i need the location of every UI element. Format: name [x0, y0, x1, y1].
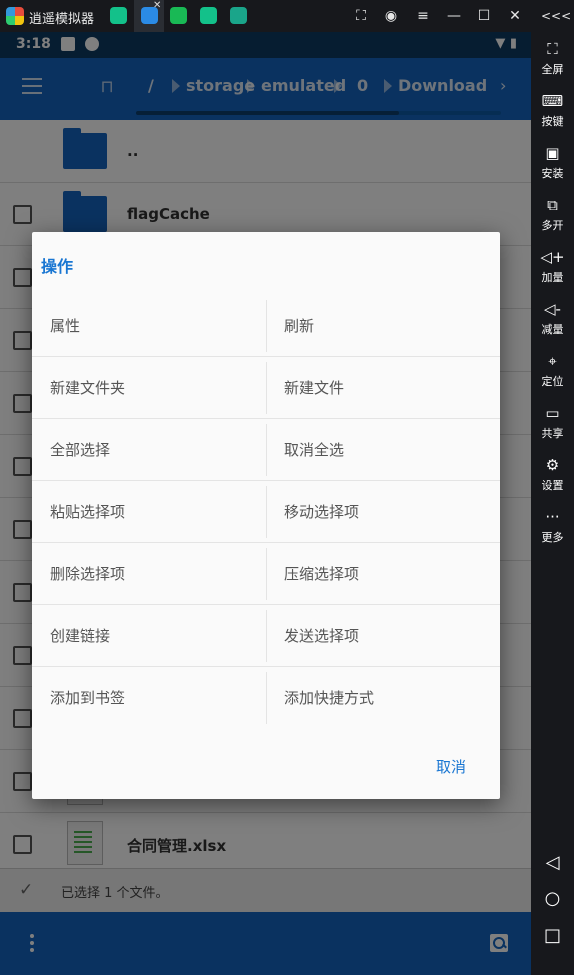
sidebar-item-label: 多开 [541, 219, 564, 232]
actions-dialog: 操作 属性 刷新 新建文件夹 新建文件 全部选择 取消全选 粘贴选择项 移动选择… [32, 232, 500, 799]
action-new-folder[interactable]: 新建文件夹 [50, 357, 260, 419]
sidebar-item-label: 定位 [541, 375, 564, 388]
action-add-bookmark[interactable]: 添加到书签 [50, 667, 260, 729]
wechat-app-icon[interactable] [170, 7, 187, 24]
action-compress[interactable]: 压缩选择项 [284, 543, 494, 605]
collapse-icon[interactable]: <<< [541, 8, 571, 24]
divider [266, 300, 267, 352]
sidebar-item-label: 加量 [541, 271, 564, 284]
settings-app-icon[interactable] [230, 7, 247, 24]
dialog-row: 属性 刷新 [32, 295, 500, 357]
recents-square-icon[interactable]: □ [531, 925, 574, 946]
close-tab-icon[interactable]: ✕ [153, 0, 161, 11]
back-triangle-icon[interactable]: ◁ [531, 852, 574, 873]
action-paste[interactable]: 粘贴选择项 [50, 481, 260, 543]
action-refresh[interactable]: 刷新 [284, 295, 494, 357]
sidebar-item-location[interactable]: ⌖ 定位 [531, 351, 574, 389]
divider [266, 610, 267, 662]
sidebar-item-volume-up[interactable]: ◁+ 加量 [531, 247, 574, 285]
minimize-icon[interactable]: — [445, 8, 463, 24]
app-tab-green-icon[interactable] [200, 7, 217, 24]
dialog-row: 新建文件夹 新建文件 [32, 357, 500, 419]
sidebar-item-keymap[interactable]: ⌨ 按键 [531, 91, 574, 129]
sidebar-item-label: 更多 [541, 531, 564, 544]
divider [266, 424, 267, 476]
sidebar-item-label: 按键 [541, 115, 564, 128]
android-screen: 3:18 ▼ ▮ ⊓ / storage emulated 0 Download… [0, 32, 531, 975]
divider [266, 672, 267, 724]
sidebar-item-install[interactable]: ▣ 安装 [531, 143, 574, 181]
sidebar-item-settings[interactable]: ⚙ 设置 [531, 455, 574, 493]
emulator-titlebar: 逍遥模拟器 ✕ ⛶ ◉ ≡ — ☐ ✕ <<< [0, 0, 574, 32]
location-icon: ⌖ [548, 352, 557, 370]
multi-instance-icon: ⧉ [547, 196, 558, 214]
sidebar-item-label: 设置 [541, 479, 564, 492]
sidebar-item-share[interactable]: ▭ 共享 [531, 403, 574, 441]
settings-gear-icon: ⚙ [545, 456, 560, 474]
more-dots-icon: ··· [545, 508, 560, 526]
action-move[interactable]: 移动选择项 [284, 481, 494, 543]
close-icon[interactable]: ✕ [506, 8, 524, 24]
dialog-row: 删除选择项 压缩选择项 [32, 543, 500, 605]
home-circle-icon[interactable]: ○ [531, 888, 574, 909]
dialog-row: 粘贴选择项 移动选择项 [32, 481, 500, 543]
sidebar-item-volume-down[interactable]: ◁- 减量 [531, 299, 574, 337]
sidebar-item-label: 减量 [541, 323, 564, 336]
action-send[interactable]: 发送选择项 [284, 605, 494, 667]
action-new-file[interactable]: 新建文件 [284, 357, 494, 419]
emulator-window: 逍遥模拟器 ✕ ⛶ ◉ ≡ — ☐ ✕ <<< ⛶ 全屏 ⌨ 按键 ▣ 安装 ⧉… [0, 0, 574, 975]
emulator-logo-icon [6, 7, 24, 25]
modal-scrim-top [0, 32, 531, 120]
app-tab-qq-icon[interactable] [110, 7, 127, 24]
apk-install-icon: ▣ [545, 144, 560, 162]
sidebar-item-fullscreen[interactable]: ⛶ 全屏 [531, 39, 574, 77]
sidebar-item-more[interactable]: ··· 更多 [531, 507, 574, 545]
emulator-sidebar: ⛶ 全屏 ⌨ 按键 ▣ 安装 ⧉ 多开 ◁+ 加量 ◁- 减量 ⌖ 定位 ▭ 共 [531, 32, 574, 975]
dialog-row: 全部选择 取消全选 [32, 419, 500, 481]
divider [266, 362, 267, 414]
menu-icon[interactable]: ≡ [414, 8, 432, 24]
shared-folder-icon: ▭ [545, 404, 560, 422]
dialog-row: 添加到书签 添加快捷方式 [32, 667, 500, 729]
sidebar-item-multi[interactable]: ⧉ 多开 [531, 195, 574, 233]
maximize-icon[interactable]: ☐ [475, 8, 493, 24]
fullscreen-icon: ⛶ [547, 40, 558, 58]
dialog-title: 操作 [41, 257, 74, 276]
sidebar-item-label: 共享 [541, 427, 564, 440]
action-delete[interactable]: 删除选择项 [50, 543, 260, 605]
dialog-row: 创建链接 发送选择项 [32, 605, 500, 667]
action-deselect-all[interactable]: 取消全选 [284, 419, 494, 481]
divider [266, 486, 267, 538]
account-icon[interactable]: ◉ [382, 8, 400, 24]
action-properties[interactable]: 属性 [50, 295, 260, 357]
keyboard-icon: ⌨ [541, 92, 564, 110]
volume-up-icon: ◁+ [540, 248, 565, 266]
action-create-link[interactable]: 创建链接 [50, 605, 260, 667]
volume-down-icon: ◁- [544, 300, 561, 318]
window-title: 逍遥模拟器 [29, 12, 95, 27]
sidebar-item-label: 安装 [541, 167, 564, 180]
cancel-button[interactable]: 取消 [436, 756, 466, 777]
action-select-all[interactable]: 全部选择 [50, 419, 260, 481]
divider [266, 548, 267, 600]
screenshot-icon[interactable]: ⛶ [352, 8, 370, 24]
sidebar-item-label: 全屏 [541, 63, 564, 76]
action-add-shortcut[interactable]: 添加快捷方式 [284, 667, 494, 729]
